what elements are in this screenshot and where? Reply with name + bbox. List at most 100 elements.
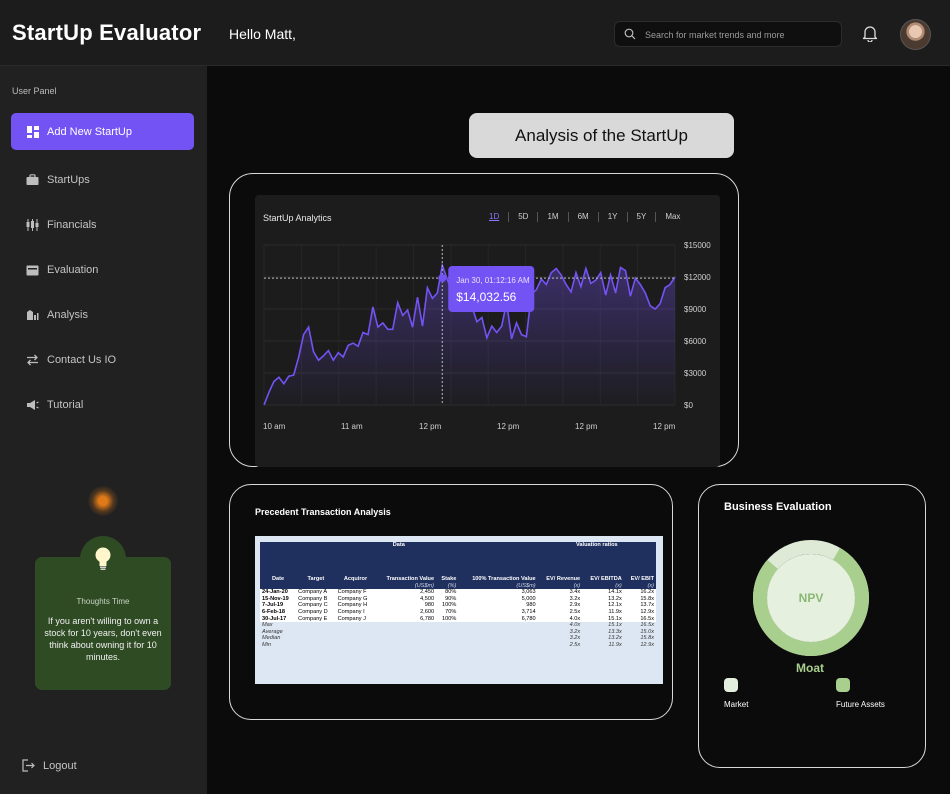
table-cell: Company G (335, 595, 376, 603)
stats-cell: 3.2x (569, 628, 581, 635)
search-input[interactable] (645, 26, 835, 44)
sidebar-item-financials[interactable]: Financials (26, 219, 97, 231)
table-row: 24-Jan-20 Company A Company F 2,450 80% 3,063… (260, 589, 656, 596)
npv-ring: NPV (753, 540, 869, 656)
add-new-startup-label: Add New StartUp (47, 125, 132, 138)
stats-label: Average (262, 628, 283, 635)
table-cell: 7-Jul-19 (260, 602, 297, 609)
sidebar-item-evaluation[interactable]: Evaluation (26, 264, 98, 276)
range-selector: 1D 5D 1M 6M 1Y 5Y Max (480, 212, 689, 222)
column-unit: (x) (623, 582, 656, 590)
logout-button[interactable]: Logout (22, 759, 77, 772)
moat-label: Moat (796, 661, 824, 675)
sidebar-item-label: StartUps (47, 174, 90, 186)
swap-arrows-icon (27, 354, 38, 366)
legend-label-future-assets: Future Assets (836, 700, 885, 709)
column-header: Stake (436, 548, 459, 583)
table-cell: 16.2x (623, 589, 656, 596)
table-cell: 3,063 (458, 589, 538, 596)
table-cell: 11.9x (582, 608, 624, 616)
stats-cell: 13.3x (608, 628, 622, 635)
thought-title: Thoughts Time (76, 597, 130, 606)
column-header: Acquiror (335, 548, 376, 583)
table-cell: 13.7x (623, 602, 656, 609)
sidebar-item-contact-us[interactable]: Contact Us IO (26, 354, 116, 366)
range-5y[interactable]: 5Y (628, 212, 657, 222)
range-1d[interactable]: 1D (480, 212, 510, 222)
search-icon (624, 28, 636, 40)
stats-cell: 16.5x (640, 622, 654, 629)
table-cell: 13.2x (582, 595, 624, 603)
table-cell: Company C (296, 602, 336, 609)
financials-icon (26, 219, 39, 231)
legend-swatch-future-assets (836, 678, 850, 692)
column-unit: (x) (537, 582, 583, 590)
range-6m[interactable]: 6M (569, 212, 599, 222)
column-header: EV/ EBITDA (582, 548, 624, 583)
table-cell: Company F (335, 589, 376, 596)
table-cell: Company D (296, 608, 336, 616)
sidebar-item-label: Tutorial (47, 399, 84, 411)
table-cell: 3.2x (537, 595, 583, 603)
stats-cell: 11.9x (608, 641, 622, 648)
column-unit (335, 582, 376, 590)
range-5d[interactable]: 5D (509, 212, 539, 222)
table-cell: 100% (436, 615, 459, 623)
range-1m[interactable]: 1M (538, 212, 569, 222)
stats-row: Min 2.5x 11.9x 12.9x (260, 642, 656, 649)
stats-cell: 4.0x (569, 622, 581, 629)
precedent-table: Data Valuation ratios Date Target Acquiror… (260, 542, 656, 649)
stats-label: Median (262, 635, 281, 642)
stats-cell: 15.1x (608, 622, 622, 629)
table-cell: 6,780 (458, 615, 538, 623)
search-bar[interactable] (614, 21, 842, 47)
business-evaluation-title: Business Evaluation (724, 501, 832, 513)
x-tick-label: 11 am (341, 422, 363, 431)
hover-point[interactable] (438, 274, 447, 283)
table-row: 15-Nov-19 Company B Company G 4,500 90% 5,000… (260, 595, 656, 603)
stats-row: Average 3.2x 13.3x 15.0x (260, 629, 656, 636)
chart-title: StartUp Analytics (263, 213, 332, 223)
column-header-row: Date Target Acquiror Transaction Value Stake… (260, 548, 656, 583)
sidebar-item-analysis[interactable]: Analysis (26, 309, 88, 321)
table-cell: 4.0x (537, 615, 583, 623)
legend-swatch-market (724, 678, 738, 692)
logout-label: Logout (43, 759, 77, 772)
column-unit: (x) (582, 582, 624, 590)
legend-label-market: Market (724, 700, 749, 709)
table-cell: Company E (296, 615, 336, 623)
y-tick-label: $3000 (684, 369, 707, 378)
chart-tooltip: Jan 30, 01:12:16 AM $14,032.56 (448, 266, 535, 312)
sidebar-item-label: Evaluation (47, 264, 99, 276)
table-cell: 6-Feb-18 (260, 608, 297, 616)
table-cell: 15.1x (582, 615, 624, 623)
x-tick-label: 12 pm (419, 422, 442, 431)
table-cell: 15.8x (623, 595, 656, 603)
bell-icon[interactable] (862, 25, 878, 42)
sidebar: User Panel Add New StartUp StartUps Fina… (0, 66, 207, 794)
y-tick-label: $9000 (684, 305, 707, 314)
avatar[interactable] (900, 19, 931, 50)
table-cell: 3.4x (537, 589, 583, 596)
precedent-table-panel: Data Valuation ratios Date Target Acquiror… (255, 536, 663, 684)
line-chart[interactable]: $0 $3000 $6000 $9000 $12000 $15000 Jan 30, 01:… (255, 230, 720, 440)
column-unit: (%) (436, 582, 459, 590)
y-tick-label: $6000 (684, 337, 707, 346)
add-new-startup-button[interactable]: Add New StartUp (11, 113, 194, 150)
sidebar-item-tutorial[interactable]: Tutorial (26, 399, 83, 411)
stats-cell: 3.2x (569, 635, 581, 642)
thought-quote: If you aren't willing to own a stock for… (44, 616, 162, 662)
column-header: Transaction Value (375, 548, 437, 583)
stats-cell: 12.9x (640, 641, 654, 648)
column-header: EV/ Revenue (537, 548, 583, 583)
table-cell: 4,500 (375, 595, 437, 603)
sidebar-item-label: Contact Us IO (47, 354, 117, 366)
table-cell: 2,450 (375, 589, 437, 596)
table-cell: Company H (335, 602, 376, 609)
x-tick-label: 12 pm (497, 422, 520, 431)
sidebar-item-startups[interactable]: StartUps (26, 174, 90, 186)
range-1y[interactable]: 1Y (599, 212, 628, 222)
range-max[interactable]: Max (656, 212, 689, 222)
app-title: StartUp Evaluator (12, 20, 202, 45)
tooltip-value: $14,032.56 (456, 290, 516, 304)
